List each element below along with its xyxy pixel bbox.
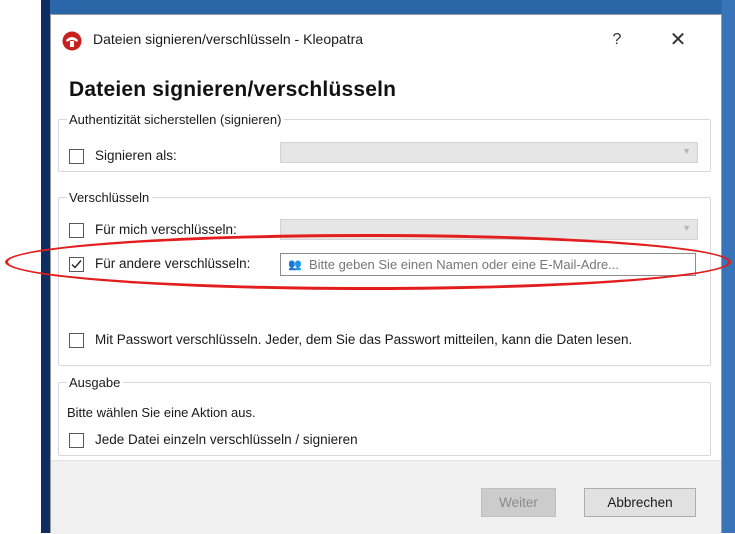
desktop-background-left: [41, 0, 50, 533]
help-button[interactable]: ?: [602, 27, 632, 53]
chevron-down-icon: ▼: [682, 223, 691, 233]
people-icon: 👥: [288, 259, 302, 271]
each-file-checkbox[interactable]: [69, 433, 84, 448]
encrypt-for-me-select[interactable]: ▼: [280, 219, 698, 240]
output-group-label: Ausgabe: [67, 375, 124, 390]
desktop-background-top: [41, 0, 735, 14]
recipient-placeholder: Bitte geben Sie einen Namen oder eine E-…: [309, 257, 620, 272]
button-bar: Weiter Abbrechen: [51, 460, 721, 534]
each-file-label: Jede Datei einzeln verschlüsseln / signi…: [95, 432, 358, 447]
desktop-background-right: [722, 0, 735, 533]
encrypt-for-me-label: Für mich verschlüsseln:: [95, 222, 237, 237]
kleopatra-icon: [62, 31, 82, 51]
encrypt-for-me-checkbox[interactable]: [69, 223, 84, 238]
close-icon[interactable]: ✕: [663, 27, 693, 53]
page-title: Dateien signieren/verschlüsseln: [69, 78, 397, 101]
chevron-down-icon: ▼: [682, 146, 691, 156]
sign-group-label: Authentizität sicherstellen (signieren): [67, 112, 285, 127]
sign-encrypt-dialog: Dateien signieren/verschlüsseln - Kleopa…: [50, 14, 722, 534]
encrypt-for-others-checkbox[interactable]: [69, 257, 84, 272]
window-title: Dateien signieren/verschlüsseln - Kleopa…: [93, 31, 364, 47]
cancel-button[interactable]: Abbrechen: [584, 488, 696, 517]
encrypt-password-checkbox[interactable]: [69, 333, 84, 348]
title-bar[interactable]: Dateien signieren/verschlüsseln - Kleopa…: [51, 15, 721, 63]
checkmark-icon: [71, 260, 82, 269]
sign-as-checkbox[interactable]: [69, 149, 84, 164]
encrypt-for-others-label: Für andere verschlüsseln:: [95, 256, 251, 271]
next-button[interactable]: Weiter: [481, 488, 556, 517]
sign-as-select[interactable]: ▼: [280, 142, 698, 163]
output-hint: Bitte wählen Sie eine Aktion aus.: [67, 405, 256, 420]
encrypt-password-label: Mit Passwort verschlüsseln. Jeder, dem S…: [95, 332, 633, 347]
sign-as-label: Signieren als:: [95, 148, 177, 163]
recipient-search-input[interactable]: 👥 Bitte geben Sie einen Namen oder eine …: [280, 253, 696, 276]
encrypt-group-label: Verschlüsseln: [67, 190, 153, 205]
